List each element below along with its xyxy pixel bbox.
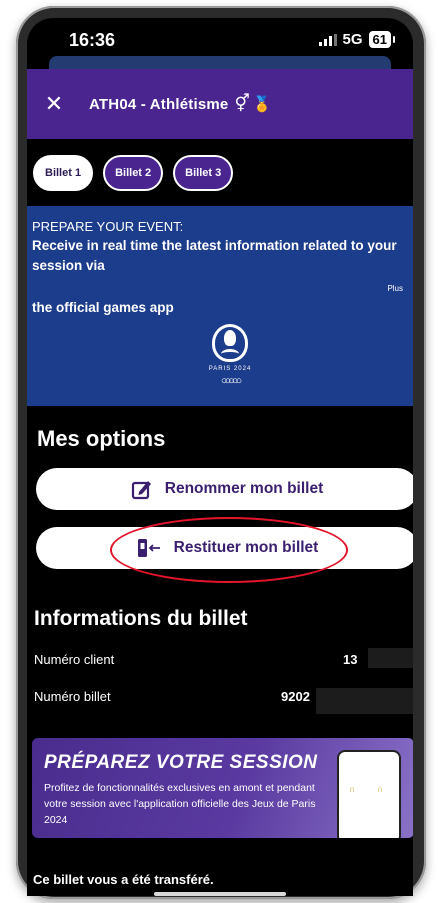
info-row-ticket: Numéro billet 9202 [34, 685, 413, 714]
info-row-client: Numéro client 13 [34, 648, 413, 672]
home-indicator[interactable] [154, 892, 286, 896]
ticket-number-label: Numéro billet [34, 689, 111, 704]
redaction-block [368, 648, 413, 668]
network-label: 5G [342, 31, 363, 48]
battery-icon: 61 [368, 31, 396, 48]
tab-billet-1[interactable]: Billet 1 [33, 155, 94, 191]
promo-text: Profitez de fonctionnalités exclusives e… [44, 782, 316, 826]
ticket-tabs: Billet 1 Billet 2 Billet 3 [33, 155, 234, 191]
rename-ticket-button[interactable]: Renommer mon billet [36, 468, 413, 510]
medal-icon: 🏅 [252, 96, 272, 113]
rename-ticket-label: Renommer mon billet [164, 480, 324, 497]
close-icon[interactable]: ✕ [41, 91, 67, 117]
edit-icon [131, 478, 153, 500]
phone-mockup-image: ∩ ∩ [337, 750, 401, 838]
status-time: 16:36 [69, 30, 116, 50]
logo-text: PARIS 2024 [208, 366, 252, 372]
client-number-label: Numéro client [34, 652, 115, 667]
flame-emblem-icon [212, 324, 248, 362]
client-number-value: 13 [343, 652, 358, 667]
promo-title: PRÉPAREZ VOTRE SESSION [44, 752, 318, 773]
event-banner[interactable]: PREPARE YOUR EVENT: Receive in real time… [27, 206, 413, 406]
banner-more-link[interactable]: Plus [387, 284, 403, 293]
page-title: ATH04 - Athlétisme [89, 95, 229, 113]
banner-text: Receive in real time the latest informat… [32, 238, 397, 273]
paralympic-emblem-icon: ∩ [377, 784, 384, 794]
return-ticket-button[interactable]: Restituer mon billet [36, 527, 413, 569]
return-ticket-label: Restituer mon billet [173, 539, 319, 556]
tab-billet-2[interactable]: Billet 2 [103, 155, 164, 191]
session-promo-banner[interactable]: PRÉPAREZ VOTRE SESSION Profitez de fonct… [32, 738, 413, 838]
ticket-info-title: Informations du billet [34, 607, 248, 630]
signal-icon [318, 33, 337, 46]
olympic-emblem-icon: ∩ [349, 784, 356, 794]
options-title: Mes options [37, 426, 166, 451]
status-indicators: 5G 61 [318, 31, 396, 48]
app-screen: 16:36 5G 61 ✕ ATH04 - Athlétisme ⚥ 🏅 Bil… [27, 18, 413, 896]
redaction-block [316, 688, 413, 714]
app-header: ✕ ATH04 - Athlétisme ⚥ 🏅 [27, 69, 413, 139]
banner-heading: PREPARE YOUR EVENT: [32, 219, 184, 234]
gender-icon: ⚥ [234, 94, 250, 113]
olympic-rings-icon: ○○○○○ [220, 375, 242, 387]
tab-billet-3[interactable]: Billet 3 [173, 155, 234, 191]
paris-2024-logo: PARIS 2024 ○○○○○ [195, 324, 265, 387]
transfer-note: Ce billet vous a été transféré. [33, 872, 214, 887]
banner-app-line: the official games app [32, 300, 174, 315]
ticket-return-icon [136, 537, 162, 559]
ticket-number-value: 9202 [281, 689, 310, 704]
